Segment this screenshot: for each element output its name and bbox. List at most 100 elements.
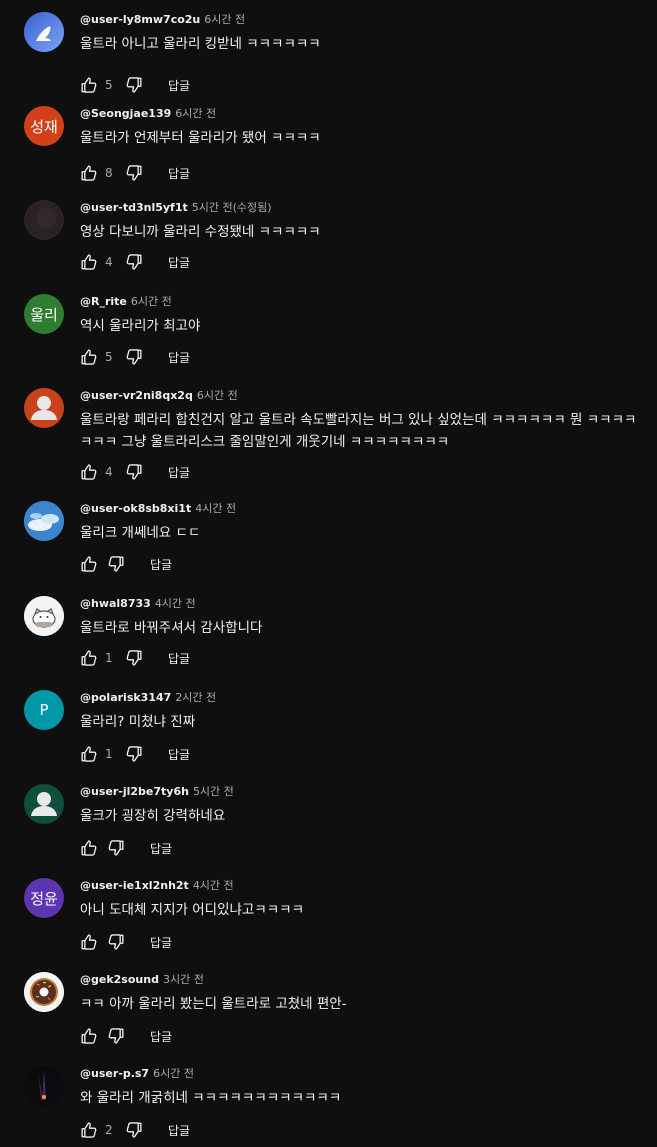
thumbs-down-icon[interactable] (124, 75, 144, 95)
thumbs-up-icon[interactable] (79, 838, 99, 858)
thumbs-down-icon[interactable] (124, 744, 144, 764)
author-handle[interactable]: @R_rite (80, 295, 127, 308)
comment-text: 울리크 개쎄네요 ㄷㄷ (80, 525, 201, 541)
avatar[interactable] (24, 596, 64, 636)
thumbs-down-icon[interactable] (106, 554, 126, 574)
author-handle[interactable]: @user-p.s7 (80, 1067, 149, 1080)
comment-actions: 5 답글 (79, 347, 190, 367)
comment-header: @user-p.s7 6시간 전 (80, 1066, 194, 1081)
timestamp[interactable]: 3시간 전 (163, 973, 204, 986)
thumbs-up-icon[interactable] (79, 744, 99, 764)
avatar[interactable] (24, 972, 64, 1012)
avatar[interactable] (24, 200, 64, 240)
author-handle[interactable]: @hwal8733 (80, 597, 151, 610)
avatar[interactable] (24, 1066, 64, 1106)
thumbs-down-icon[interactable] (124, 252, 144, 272)
author-handle[interactable]: @user-ly8mw7co2u (80, 13, 200, 26)
like-count: 5 (105, 350, 113, 364)
reply-button[interactable]: 답글 (150, 556, 172, 573)
thumbs-down-icon[interactable] (106, 1026, 126, 1046)
reply-button[interactable]: 답글 (168, 464, 190, 481)
reply-button[interactable]: 답글 (168, 254, 190, 271)
comment-header: @R_rite 6시간 전 (80, 294, 172, 309)
avatar-initials: 정윤 (30, 889, 58, 908)
timestamp[interactable]: 6시간 전 (131, 295, 172, 308)
thumbs-up-icon[interactable] (79, 347, 99, 367)
reply-button[interactable]: 답글 (168, 77, 190, 94)
donut-avatar-icon (24, 972, 64, 1012)
author-handle[interactable]: @Seongjae139 (80, 107, 171, 120)
thumbs-up-icon[interactable] (79, 554, 99, 574)
thumbs-up-icon[interactable] (79, 1120, 99, 1140)
thumbs-down-icon[interactable] (124, 163, 144, 183)
reply-button[interactable]: 답글 (150, 934, 172, 951)
avatar[interactable]: 정윤 (24, 878, 64, 918)
thumbs-down-icon[interactable] (124, 648, 144, 668)
timestamp[interactable]: 5시간 전 (193, 785, 234, 798)
comment-text: ㅋㅋ 아까 울라리 봤는디 울트라로 고쳤네 편안- (80, 996, 347, 1012)
timestamp[interactable]: 4시간 전 (195, 502, 236, 515)
timestamp[interactable]: 4시간 전 (193, 879, 234, 892)
thumbs-down-icon[interactable] (106, 932, 126, 952)
like-count: 8 (105, 166, 113, 180)
timestamp[interactable]: 2시간 전 (175, 691, 216, 704)
timestamp[interactable]: 6시간 전 (153, 1067, 194, 1080)
like-count: 4 (105, 255, 113, 269)
thumbs-up-icon[interactable] (79, 1026, 99, 1046)
author-handle[interactable]: @user-vr2ni8qx2q (80, 389, 193, 402)
thumbs-up-icon[interactable] (79, 932, 99, 952)
comment-actions: 5 답글 (79, 75, 190, 95)
reply-button[interactable]: 답글 (150, 840, 172, 857)
timestamp[interactable]: 6시간 전 (204, 13, 245, 26)
comment-text: 영상 다보니까 울라리 수정됐네 ㅋㅋㅋㅋㅋ (80, 224, 321, 240)
comment-actions: 답글 (79, 838, 172, 858)
reply-button[interactable]: 답글 (168, 349, 190, 366)
avatar[interactable] (24, 388, 64, 428)
thumbs-up-icon[interactable] (79, 648, 99, 668)
comment-actions: 4 답글 (79, 252, 190, 272)
avatar[interactable]: 울리 (24, 294, 64, 334)
avatar[interactable]: P (24, 690, 64, 730)
person-avatar-icon (24, 784, 64, 824)
person-avatar-icon (24, 388, 64, 428)
author-handle[interactable]: @user-ie1xl2nh2t (80, 879, 189, 892)
avatar[interactable]: 성재 (24, 106, 64, 146)
comment-header: @polarisk3147 2시간 전 (80, 690, 216, 705)
thumbs-up-icon[interactable] (79, 75, 99, 95)
avatar-initials: 성재 (30, 117, 58, 136)
thumbs-up-icon[interactable] (79, 462, 99, 482)
author-handle[interactable]: @gek2sound (80, 973, 159, 986)
comment-text: 울라리? 미쳤냐 진짜 (80, 714, 196, 730)
comment-text: 울트라 아니고 울라리 킹받네 ㅋㅋㅋㅋㅋㅋ (80, 36, 321, 52)
timestamp[interactable]: 6시간 전 (175, 107, 216, 120)
author-handle[interactable]: @user-ok8sb8xi1t (80, 502, 191, 515)
reply-button[interactable]: 답글 (168, 165, 190, 182)
author-handle[interactable]: @user-td3nl5yf1t (80, 201, 188, 214)
reply-button[interactable]: 답글 (150, 1028, 172, 1045)
avatar[interactable] (24, 501, 64, 541)
author-handle[interactable]: @user-jl2be7ty6h (80, 785, 189, 798)
author-handle[interactable]: @polarisk3147 (80, 691, 171, 704)
timestamp[interactable]: 5시간 전(수정됨) (192, 201, 272, 214)
reply-button[interactable]: 답글 (168, 650, 190, 667)
bird-avatar-icon (24, 12, 64, 52)
comment-header: @user-vr2ni8qx2q 6시간 전 (80, 388, 238, 403)
thumbs-down-icon[interactable] (124, 1120, 144, 1140)
sky-avatar-icon (24, 501, 64, 541)
comment-text: 울크가 굉장히 강력하네요 (80, 808, 226, 824)
thumbs-up-icon[interactable] (79, 163, 99, 183)
comment-actions: 8 답글 (79, 163, 190, 183)
comment-actions: 답글 (79, 932, 172, 952)
timestamp[interactable]: 6시간 전 (197, 389, 238, 402)
thumbs-down-icon[interactable] (124, 347, 144, 367)
avatar[interactable] (24, 12, 64, 52)
thumbs-down-icon[interactable] (124, 462, 144, 482)
thumbs-up-icon[interactable] (79, 252, 99, 272)
avatar[interactable] (24, 784, 64, 824)
comment-actions: 2 답글 (79, 1120, 190, 1140)
thumbs-down-icon[interactable] (106, 838, 126, 858)
comment-text: 아니 도대체 지지가 어디있냐고ㅋㅋㅋㅋ (80, 902, 305, 918)
reply-button[interactable]: 답글 (168, 746, 190, 763)
reply-button[interactable]: 답글 (168, 1122, 190, 1139)
timestamp[interactable]: 4시간 전 (155, 597, 196, 610)
